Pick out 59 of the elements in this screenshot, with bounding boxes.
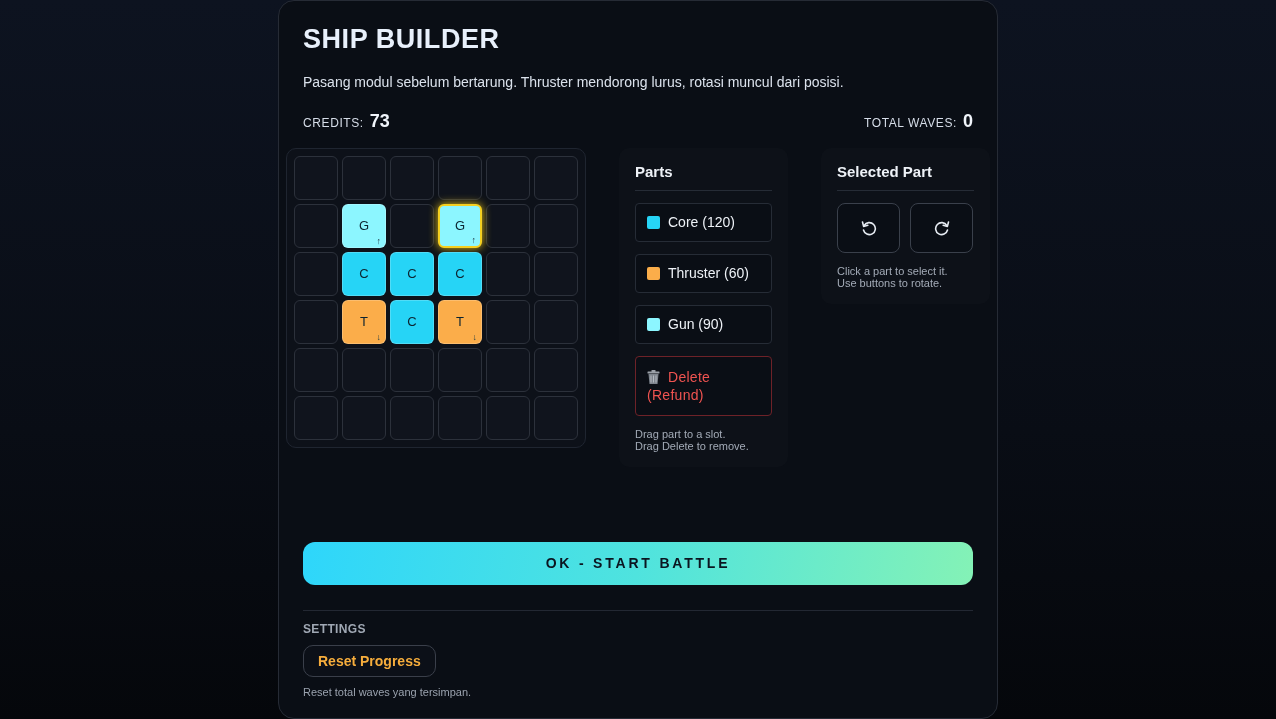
grid-slot[interactable] xyxy=(390,204,434,248)
grid-slot[interactable] xyxy=(534,300,578,344)
part-tile[interactable]: G ↑ xyxy=(342,204,386,248)
grid-slot[interactable] xyxy=(294,300,338,344)
section-label: SETTINGS xyxy=(303,621,366,637)
grid-slot[interactable] xyxy=(342,156,386,200)
grid-slot[interactable] xyxy=(486,252,530,296)
grid-slot[interactable] xyxy=(294,204,338,248)
page-title: SHIP BUILDER xyxy=(303,23,500,56)
panel-title: Selected Part xyxy=(837,162,974,191)
grid-slot[interactable] xyxy=(486,156,530,200)
part-option[interactable]: Core (120) xyxy=(635,203,772,242)
hint-text: Click a part to select it. Use buttons to rotate. xyxy=(837,265,948,289)
grid-slot[interactable] xyxy=(534,348,578,392)
hint-text: Drag part to a slot. Drag Delete to remove. xyxy=(635,428,749,452)
grid-slot[interactable] xyxy=(390,396,434,440)
part-tile[interactable]: C xyxy=(438,252,482,296)
grid-slot[interactable] xyxy=(534,204,578,248)
part-option[interactable]: Thruster (60) xyxy=(635,254,772,293)
grid-slot[interactable] xyxy=(438,396,482,440)
grid-slot[interactable] xyxy=(294,396,338,440)
grid-slot[interactable] xyxy=(342,396,386,440)
grid-slot[interactable] xyxy=(294,252,338,296)
grid-slot[interactable] xyxy=(294,156,338,200)
part-tile[interactable]: T ↓ xyxy=(342,300,386,344)
trash-icon xyxy=(647,370,660,384)
grid-slot[interactable] xyxy=(486,396,530,440)
hint-text: Reset total waves yang tersimpan. xyxy=(303,685,472,699)
grid-slot[interactable] xyxy=(534,396,578,440)
delete-button[interactable]: Delete (Refund) xyxy=(635,356,772,416)
description: Pasang modul sebelum bertarung. Thruster mendorong lurus, rotasi muncul dari posisi. xyxy=(303,73,844,92)
grid-slot[interactable] xyxy=(534,252,578,296)
grid-slot[interactable] xyxy=(390,348,434,392)
counterclockwise-arrow-icon xyxy=(860,220,877,236)
part-tile[interactable]: C xyxy=(390,300,434,344)
rotate-right-button[interactable] xyxy=(910,203,973,253)
part-tile[interactable]: T ↓ xyxy=(438,300,482,344)
stat-label: CREDITS: xyxy=(303,114,364,132)
part-tile[interactable]: C xyxy=(390,252,434,296)
part-tile[interactable]: G ↑ xyxy=(438,204,482,248)
grid-slot[interactable] xyxy=(486,204,530,248)
stat-label: TOTAL WAVES: xyxy=(864,114,957,132)
clockwise-arrow-icon xyxy=(933,220,950,236)
grid-slot[interactable] xyxy=(438,348,482,392)
grid-slot[interactable] xyxy=(342,348,386,392)
grid-slot[interactable] xyxy=(390,156,434,200)
stat-value: 73 xyxy=(369,109,390,133)
reset-progress-button[interactable]: Reset Progress xyxy=(303,645,436,677)
rotate-left-button[interactable] xyxy=(837,203,900,253)
stat-value: 0 xyxy=(963,109,973,133)
start-battle-button[interactable]: OK - START BATTLE xyxy=(303,542,973,585)
grid-slot[interactable] xyxy=(438,156,482,200)
grid-slot[interactable] xyxy=(486,300,530,344)
part-option[interactable]: Gun (90) xyxy=(635,305,772,344)
grid-slot[interactable] xyxy=(534,156,578,200)
panel-title: Parts xyxy=(635,162,772,191)
grid-slot[interactable] xyxy=(486,348,530,392)
grid-slot[interactable] xyxy=(294,348,338,392)
part-tile[interactable]: C xyxy=(342,252,386,296)
